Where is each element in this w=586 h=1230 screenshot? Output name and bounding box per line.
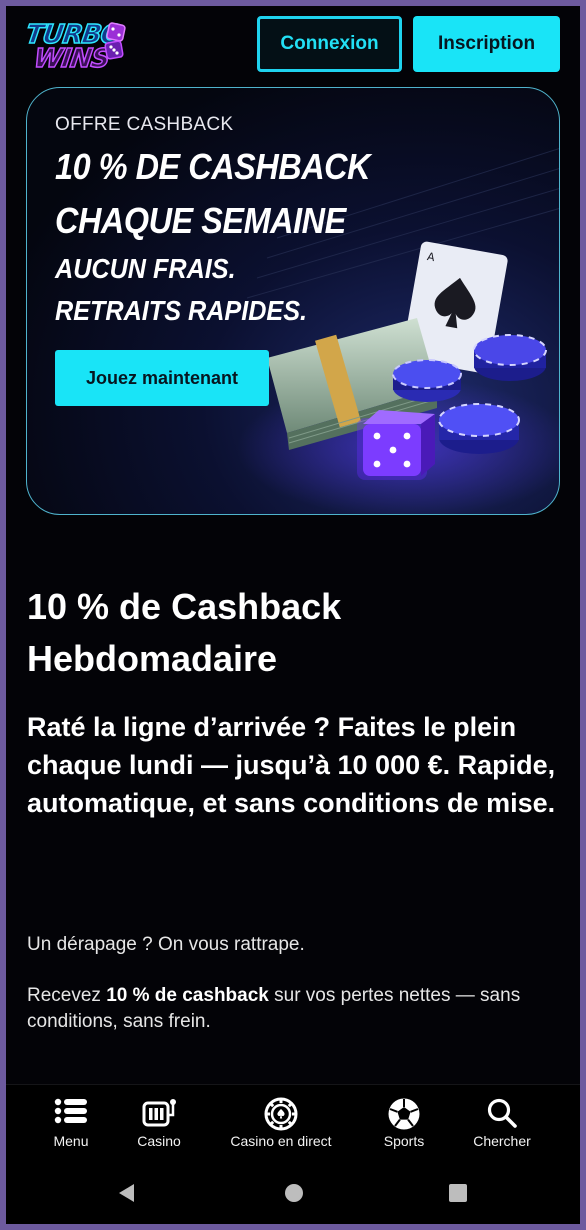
slot-machine-icon — [142, 1099, 176, 1127]
soccer-ball-icon — [388, 1098, 420, 1130]
menu-icon — [54, 1098, 87, 1124]
app-frame: TURBO WINS Connexion Inscription A OFFRE… — [6, 6, 580, 1224]
nav-label: Chercher — [473, 1133, 531, 1149]
nav-label: Casino en direct — [230, 1133, 332, 1149]
header: TURBO WINS Connexion Inscription — [6, 6, 580, 84]
nav-item-casino[interactable]: Casino — [119, 1085, 199, 1165]
nav-label: Menu — [53, 1133, 89, 1149]
back-icon[interactable] — [116, 1182, 138, 1204]
body-paragraph: Recevez 10 % de cashback sur vos pertes … — [27, 983, 547, 1035]
home-icon[interactable] — [283, 1182, 305, 1204]
system-navigation-bar — [6, 1164, 580, 1224]
page-title: 10 % de Cashback Hebdomadaire — [27, 586, 342, 679]
offer-subtitle-line: RETRAITS RAPIDES. — [55, 295, 308, 326]
play-now-button[interactable]: Jouez maintenant — [55, 350, 269, 406]
paragraph-highlight: 10 % de cashback — [106, 985, 269, 1006]
dice-icon — [104, 22, 126, 60]
offer-label: OFFRE CASHBACK — [55, 114, 234, 135]
offer-subtitle: AUCUN FRAIS. RETRAITS RAPIDES. — [55, 248, 415, 332]
cashback-banner[interactable]: A OFFRE CASHBACK 10 % DE CASHBACK CHAQUE… — [26, 87, 560, 515]
casino-chip-icon — [264, 1097, 298, 1131]
nav-item-search[interactable]: Chercher — [458, 1085, 546, 1165]
nav-item-menu[interactable]: Menu — [26, 1085, 116, 1165]
recent-apps-icon[interactable] — [447, 1182, 469, 1204]
nav-label: Sports — [383, 1133, 425, 1149]
signup-button[interactable]: Inscription — [413, 16, 560, 72]
nav-label: Casino — [137, 1133, 181, 1149]
offer-subtitle-line: AUCUN FRAIS. — [55, 253, 236, 284]
offer-title: 10 % DE CASHBACK CHAQUE SEMAINE — [55, 146, 371, 241]
nav-item-sports[interactable]: Sports — [364, 1085, 444, 1165]
login-button[interactable]: Connexion — [257, 16, 402, 72]
logo-text-wins: WINS — [31, 43, 112, 75]
nav-item-live-casino[interactable]: Casino en direct — [221, 1085, 341, 1165]
body-paragraph: Un dérapage ? On vous rattrape. — [27, 934, 305, 955]
paragraph-text: Recevez — [27, 985, 107, 1006]
logo[interactable]: TURBO WINS — [23, 16, 134, 76]
search-icon — [487, 1098, 517, 1128]
lead-paragraph: Raté la ligne d’arrivée ? Faites le plei… — [27, 712, 556, 818]
bottom-navigation: Menu Casino Casino en direct Sports Cher… — [6, 1084, 580, 1164]
